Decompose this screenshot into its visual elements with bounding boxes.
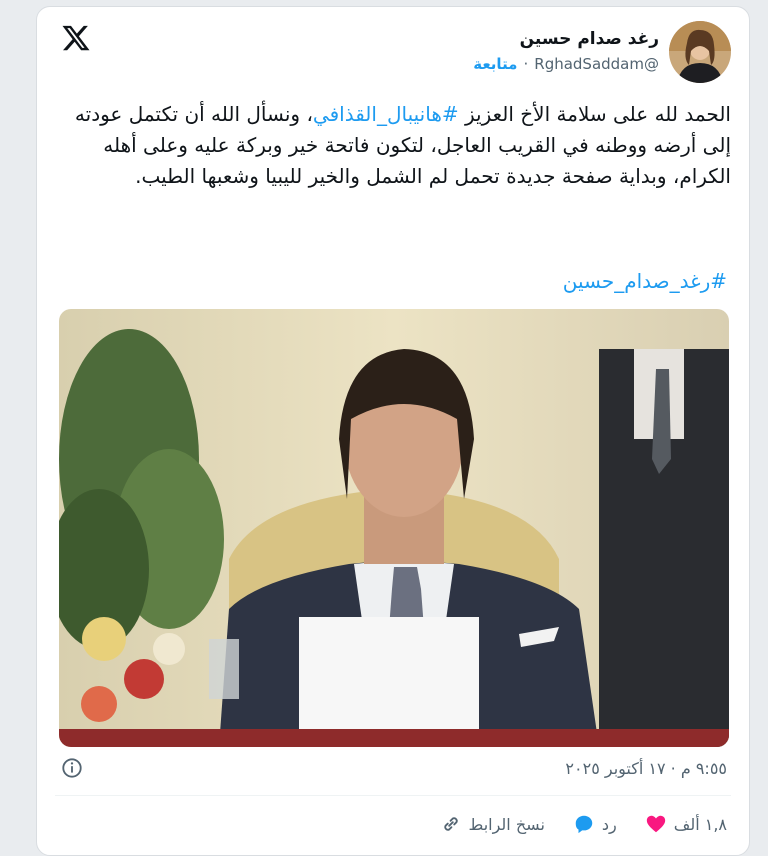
tweet-photo[interactable] (59, 309, 729, 747)
tweet-card: رغد صدام حسين @RghadSaddam · متابعة الحم… (36, 6, 750, 856)
x-logo-icon[interactable] (61, 23, 91, 53)
like-count: ١,٨ ألف (673, 814, 727, 834)
info-icon[interactable] (61, 757, 83, 779)
reply-bubble-icon (575, 815, 593, 834)
divider (55, 795, 731, 796)
follow-button[interactable]: متابعة (473, 55, 517, 73)
hashtag-link-2[interactable]: #رغد_صدام_حسين (563, 269, 727, 293)
reply-label: رد (601, 814, 617, 834)
handle[interactable]: @RghadSaddam (534, 55, 659, 73)
reply-button[interactable]: رد (573, 813, 617, 835)
copy-link-label: نسخ الرابط (468, 814, 545, 834)
handle-row: @RghadSaddam · متابعة (473, 55, 659, 73)
display-name[interactable]: رغد صدام حسين (520, 29, 659, 49)
hashtag-link[interactable]: #هانيبال_القذافي (313, 102, 459, 126)
tweet-timestamp[interactable]: ٩:٥٥ م · ١٧ أكتوبر ٢٠٢٥ (565, 759, 727, 778)
action-bar: ١,٨ ألف رد نسخ الرابط (440, 813, 727, 835)
copy-link-button[interactable]: نسخ الرابط (440, 813, 545, 835)
tweet-text-part1: الحمد لله على سلامة الأخ العزيز (458, 102, 731, 126)
heart-icon (646, 815, 665, 833)
like-button[interactable]: ١,٨ ألف (645, 813, 727, 835)
link-icon (443, 817, 458, 831)
separator: · (523, 55, 529, 73)
tweet-text: الحمد لله على سلامة الأخ العزيز #هانيبال… (59, 99, 731, 192)
avatar[interactable] (669, 21, 731, 83)
